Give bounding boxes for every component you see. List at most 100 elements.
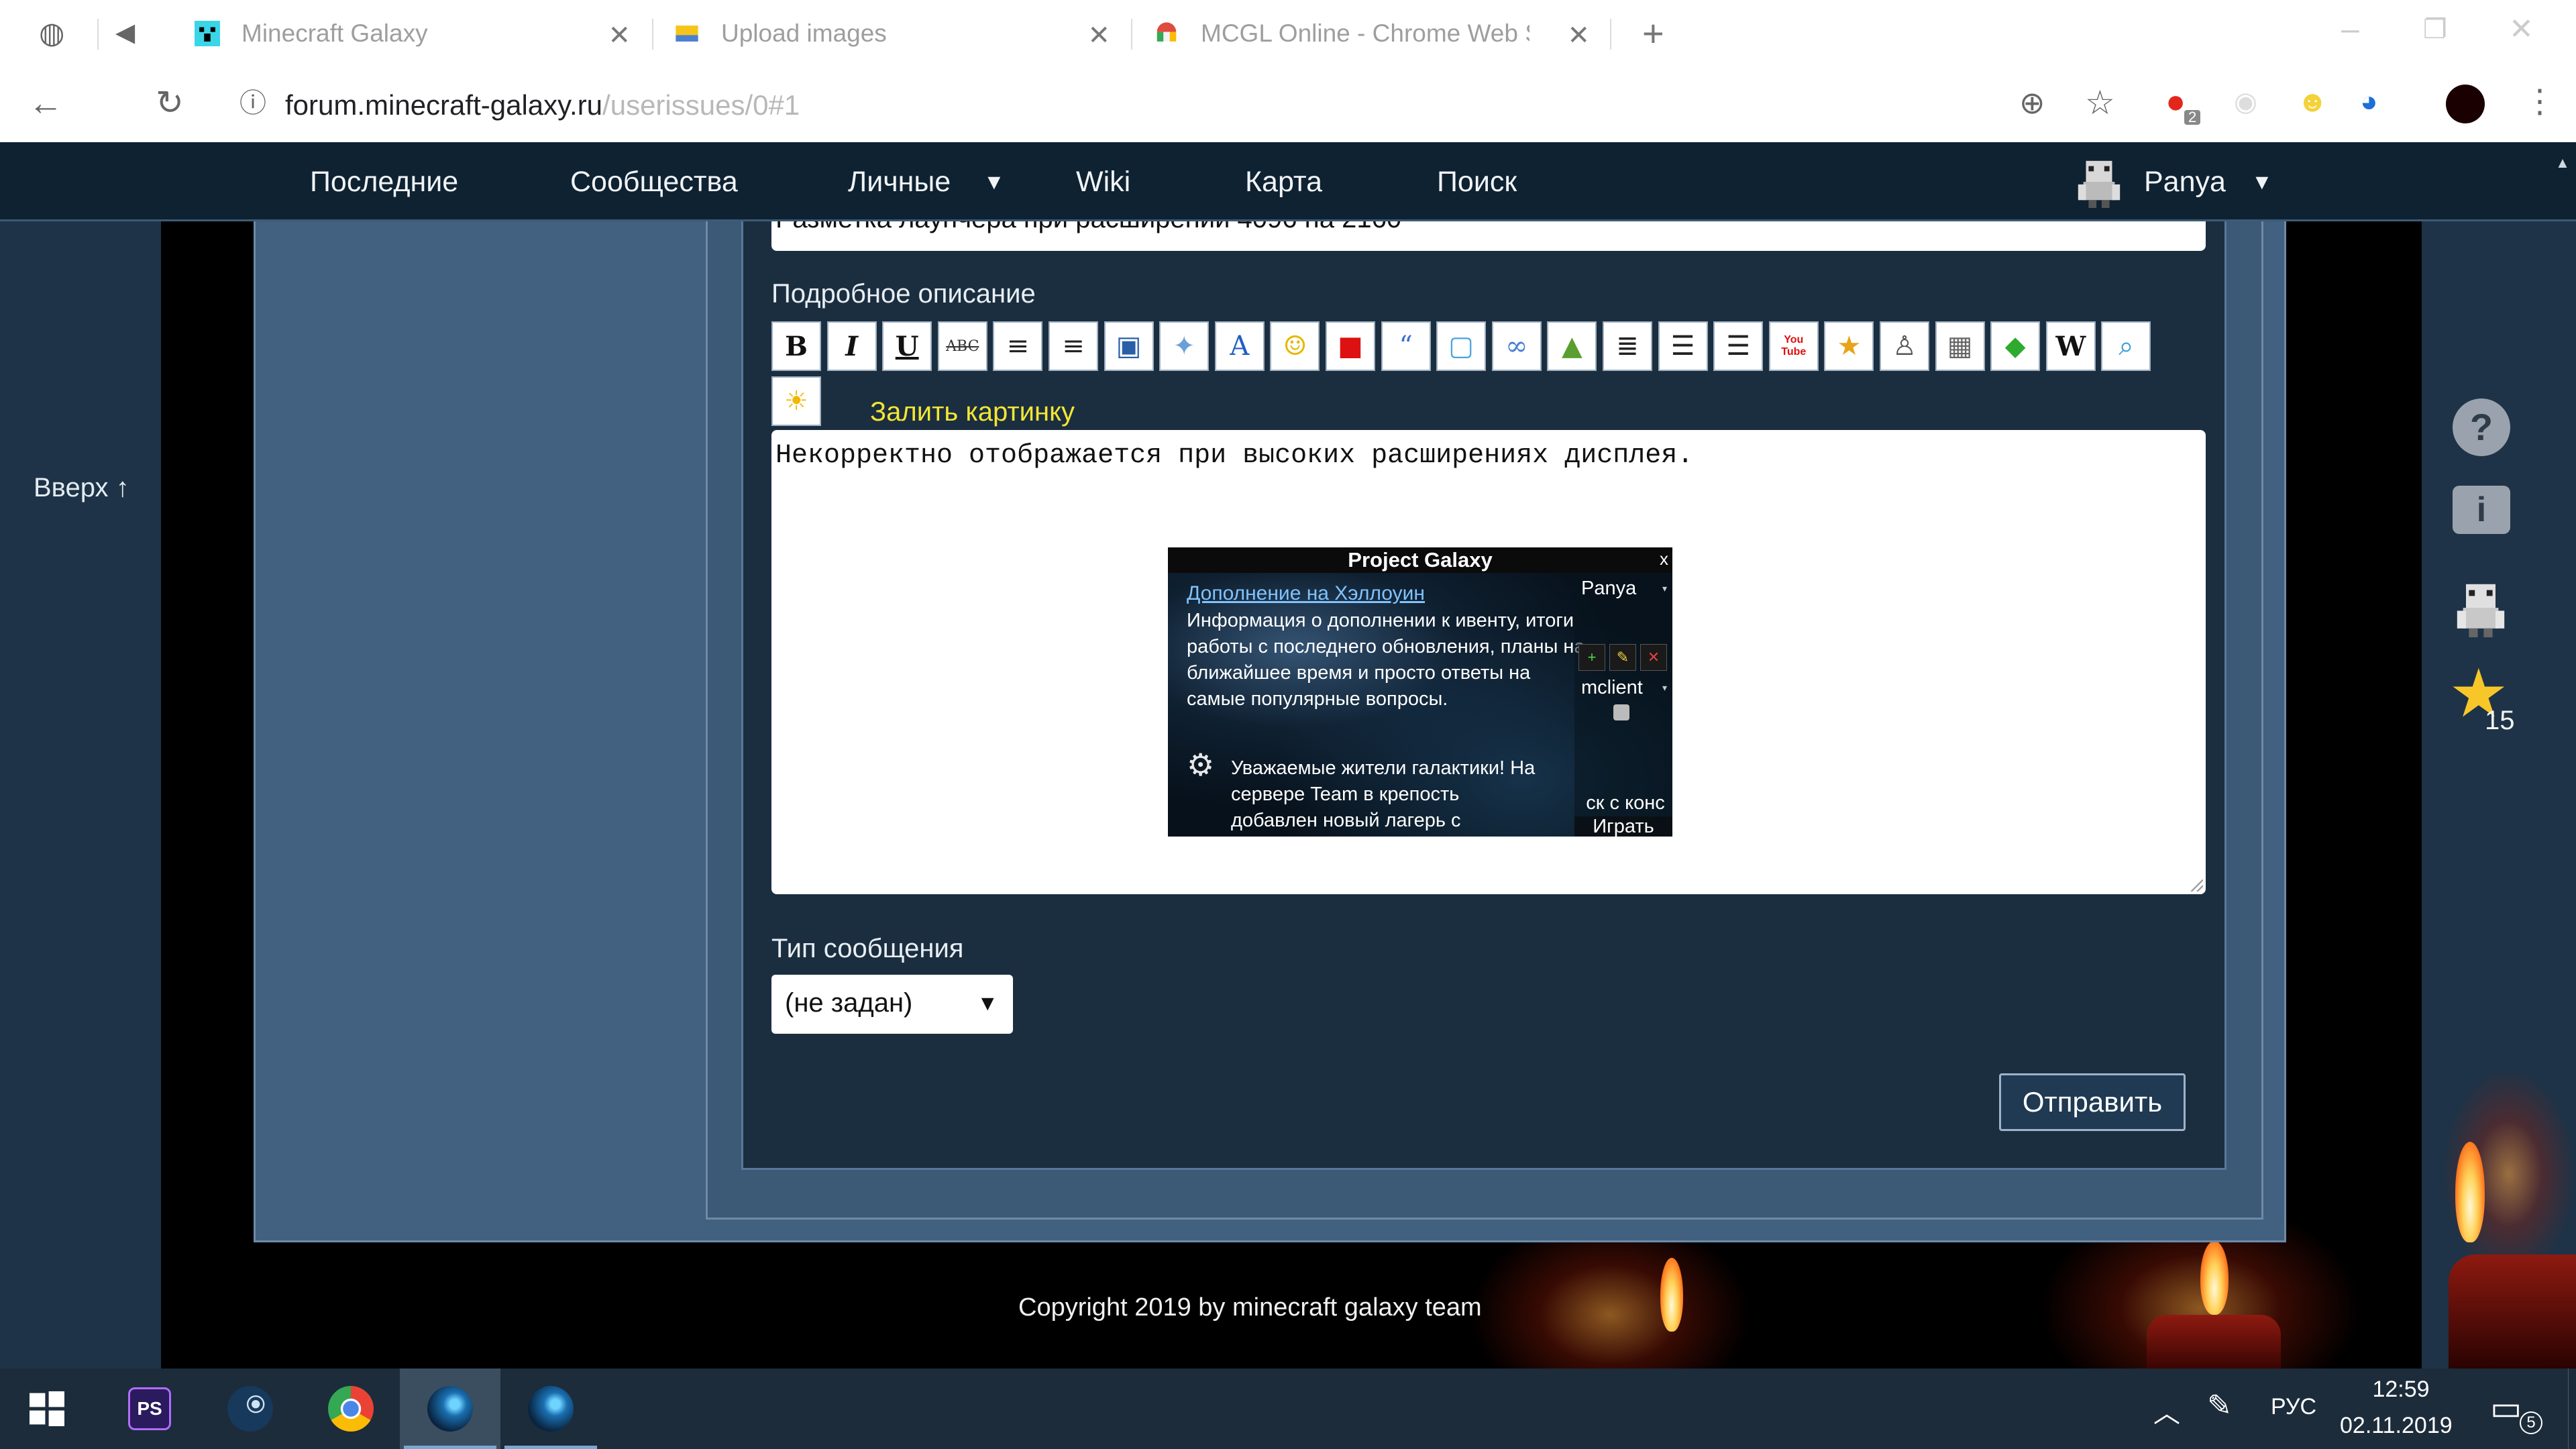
taskbar-mcgl-launcher[interactable]	[400, 1368, 500, 1449]
taskbar-chrome[interactable]	[301, 1368, 401, 1449]
nav-personal[interactable]: Личные	[848, 142, 951, 221]
numbered-list-button[interactable]: ☰	[1713, 321, 1764, 371]
mcgl-launcher-icon	[427, 1386, 473, 1432]
reload-icon[interactable]: ↻	[156, 86, 184, 119]
upload-image-link[interactable]: Залить картинку	[870, 397, 1075, 427]
taskbar-steam[interactable]	[200, 1368, 301, 1449]
tab-upload-images[interactable]: Upload images ✕	[674, 0, 1110, 67]
strikethrough-icon: ABC	[946, 337, 979, 355]
notifications-icon[interactable]: ▭	[2490, 1389, 2522, 1428]
bookmark-star-icon[interactable]: ☆	[2085, 86, 2115, 119]
resize-grip-icon[interactable]	[2188, 877, 2203, 892]
user-avatar[interactable]	[2451, 578, 2510, 637]
italic-button[interactable]: I	[826, 321, 877, 371]
speaker-icon[interactable]: ◀︎	[115, 20, 135, 46]
taskbar-photoshop[interactable]: PS	[99, 1368, 200, 1449]
extension-globe-icon[interactable]: ◕	[2360, 87, 2378, 117]
nav-search[interactable]: Поиск	[1437, 142, 1517, 221]
restore-icon[interactable]: ❐	[2423, 16, 2447, 43]
candle-body	[2449, 1254, 2576, 1368]
sparkle-icon: ✦	[1173, 331, 1195, 362]
nav-user-name[interactable]: Panya	[2144, 142, 2226, 221]
site-info-icon[interactable]: ⓘ	[239, 90, 266, 117]
table-icon: ▦	[1947, 331, 1973, 362]
start-button[interactable]	[0, 1368, 94, 1449]
tray-expand-icon[interactable]: ︿	[2153, 1391, 2180, 1430]
extension-red-icon[interactable]: ●	[2165, 85, 2186, 118]
tab-minecraft-galaxy[interactable]: Minecraft Galaxy ✕	[195, 0, 631, 67]
font-color-button[interactable]: A	[1214, 321, 1265, 371]
block-button[interactable]: ◆	[1990, 321, 2041, 371]
help-icon[interactable]: ?	[2453, 398, 2510, 456]
extension-smiley-icon[interactable]: ☻	[2297, 87, 2328, 117]
nav-latest[interactable]: Последние	[310, 142, 458, 221]
tab-separator	[1131, 19, 1132, 50]
back-arrow-icon[interactable]: ←	[28, 86, 63, 121]
nav-wiki[interactable]: Wiki	[1076, 142, 1130, 221]
user-avatar[interactable]	[2073, 156, 2125, 208]
globe-icon[interactable]: ◍	[39, 19, 64, 48]
medal-button[interactable]: ★	[1824, 321, 1874, 371]
nav-communities[interactable]: Сообщества	[570, 142, 738, 221]
profile-avatar[interactable]	[2446, 85, 2485, 123]
extension-grey-icon[interactable]: ◉	[2234, 89, 2257, 115]
link-button[interactable]: ∞	[1491, 321, 1542, 371]
numbered-list-icon: ☰	[1726, 331, 1751, 362]
minimize-icon[interactable]: –	[2341, 13, 2359, 46]
info-icon[interactable]: i	[2453, 486, 2510, 534]
color-palette-button[interactable]: ■	[1326, 321, 1375, 371]
pen-icon[interactable]: ✎	[2207, 1389, 2232, 1423]
menu-dots-icon[interactable]: ⋮	[2524, 86, 2556, 118]
wiki-button[interactable]: W	[2045, 321, 2096, 371]
close-icon[interactable]: ✕	[1567, 20, 1590, 51]
chevron-down-icon[interactable]: ▼	[983, 142, 1005, 221]
zoom-icon[interactable]: ⊕	[2019, 87, 2045, 118]
show-desktop-strip[interactable]	[2568, 1368, 2576, 1449]
table-button[interactable]: ▦	[1935, 321, 1985, 371]
close-icon[interactable]: ✕	[608, 20, 631, 51]
sparkle-button[interactable]: ✦	[1159, 321, 1210, 371]
window-scrollbar-up[interactable]: ▲	[2549, 154, 2576, 174]
address-field[interactable]: forum.minecraft-galaxy.ru/userissues/0#1	[285, 89, 800, 121]
quote-button[interactable]: “	[1381, 321, 1431, 371]
frame-button[interactable]: ▢	[1436, 321, 1487, 371]
steam-icon	[227, 1386, 273, 1432]
tray-language[interactable]: РУС	[2271, 1394, 2316, 1420]
search-image-button[interactable]: ⌕	[2101, 321, 2151, 371]
strikethrough-button[interactable]: ABC	[937, 321, 987, 371]
color-palette-icon: ■	[1338, 331, 1363, 362]
insert-box-button[interactable]: ▣	[1104, 321, 1154, 371]
tab-chrome-webstore[interactable]: MCGL Online - Chrome Web St ✕	[1154, 0, 1590, 67]
launcher-play-button: Играть	[1574, 816, 1672, 837]
align-center-button[interactable]: ≡	[993, 321, 1043, 371]
indent-button[interactable]: ≣	[1603, 321, 1652, 371]
taskbar-mcgl-launcher[interactable]	[500, 1368, 601, 1449]
submit-button[interactable]: Отправить	[1999, 1073, 2186, 1131]
underline-button[interactable]: U	[882, 321, 932, 371]
new-tab-button[interactable]: +	[1642, 15, 1664, 52]
topic-input[interactable]: Разметка лаунчера при расширении 4096 на…	[771, 221, 2206, 251]
align-right-button[interactable]: ≡	[1049, 321, 1098, 371]
tray-time[interactable]: 12:59	[2371, 1377, 2431, 1403]
launcher-news2-body: Уважаемые жители галактики! На сервере T…	[1231, 757, 1536, 831]
search-image-icon: ⌕	[2118, 331, 2134, 362]
medal-icon: ★	[1837, 331, 1862, 362]
tab-separator	[652, 19, 653, 50]
bold-button[interactable]: B	[771, 321, 821, 371]
weather-icon: ☀	[784, 386, 808, 417]
smiley-button[interactable]: ☺	[1270, 321, 1320, 371]
weather-button[interactable]: ☀	[771, 376, 821, 426]
nav-map[interactable]: Карта	[1245, 142, 1322, 221]
align-right-icon: ≡	[1062, 331, 1085, 362]
close-icon[interactable]: ✕	[1087, 20, 1110, 51]
bullet-list-button[interactable]: ☰	[1658, 321, 1708, 371]
tray-date[interactable]: 02.11.2019	[2340, 1413, 2453, 1439]
window-close-icon[interactable]: ✕	[2509, 15, 2534, 44]
user-button[interactable]: ♙	[1880, 321, 1929, 371]
image-button[interactable]: ▲	[1547, 321, 1597, 371]
scroll-to-top-link[interactable]: Вверх ↑	[34, 473, 129, 503]
message-type-select[interactable]: (не задан) ▼	[771, 975, 1013, 1034]
youtube-button[interactable]: You Tube	[1768, 321, 1819, 371]
description-label: Подробное описание	[771, 279, 1036, 309]
chevron-down-icon[interactable]: ▼	[2251, 142, 2273, 221]
